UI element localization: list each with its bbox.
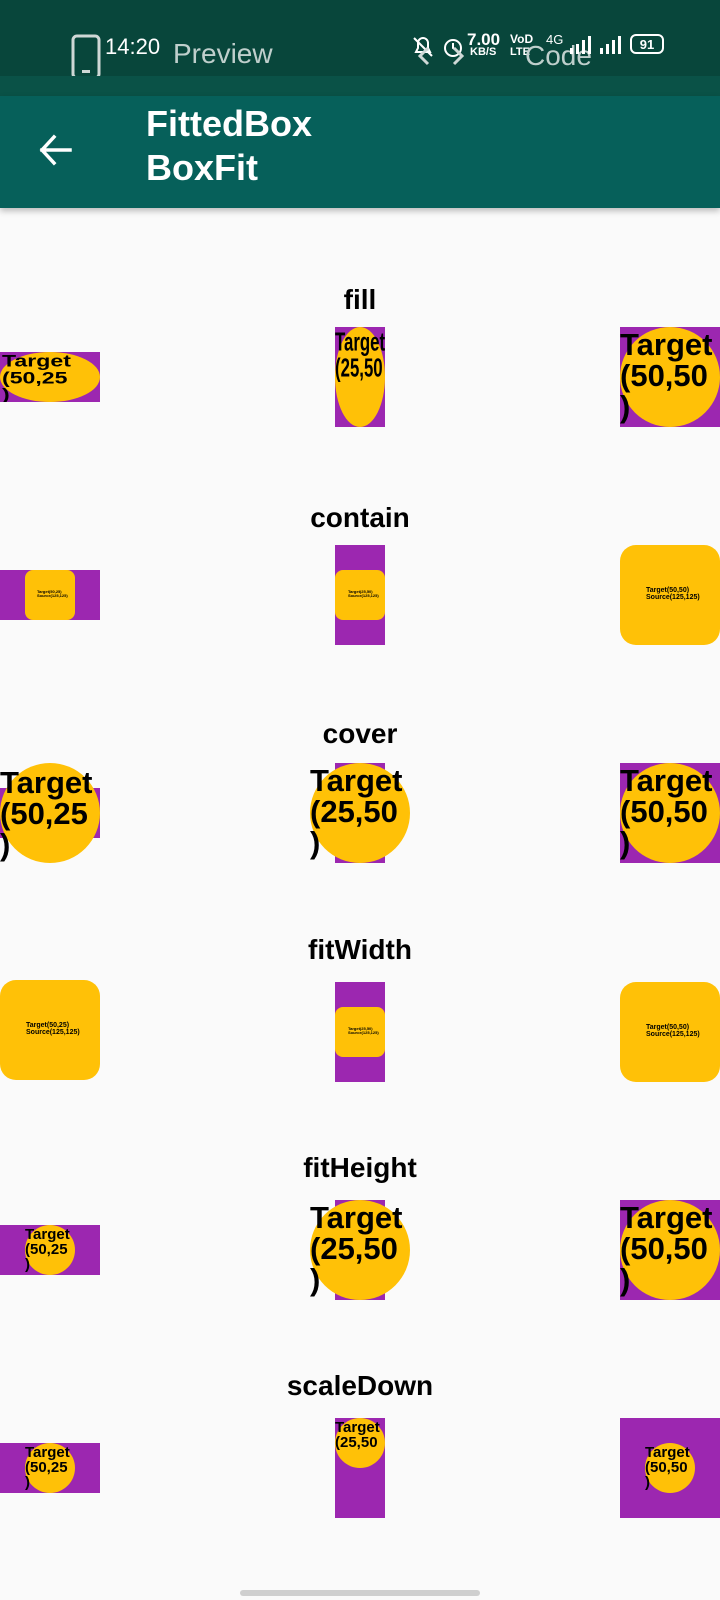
fitwidth-tile-tall: Target(25,50) Source(125,125) bbox=[335, 982, 385, 1082]
cover-tile-square: Target (50,50 ) bbox=[620, 763, 720, 863]
page-title: FittedBox BoxFit bbox=[146, 102, 446, 190]
contain-tile-wide: Target(50,25) Source(125,125) bbox=[0, 570, 100, 620]
fill-tile-square: Target (50,50 ) bbox=[620, 327, 720, 427]
fill-text-tall: Target (25,50 bbox=[335, 327, 385, 383]
scaledown-text-tall: Target (25,50 bbox=[335, 1419, 380, 1451]
section-label-fill: fill bbox=[343, 284, 377, 315]
section-label-cover: cover bbox=[322, 718, 398, 749]
fitwidth-text-wide: Target(50,25) Source(125,125) bbox=[26, 1022, 80, 1036]
fitheight-text-wide: Target (50,25 ) bbox=[25, 1226, 70, 1273]
contain-text-square: Target(50,50) Source(125,125) bbox=[646, 587, 700, 601]
fitwidth-tile-wide: Target(50,25) Source(125,125) bbox=[0, 980, 100, 1080]
fitheight-tile-wide: Target (50,25 ) bbox=[0, 1225, 100, 1275]
battery-level: 91 bbox=[639, 37, 655, 52]
back-arrow-icon[interactable] bbox=[36, 130, 76, 170]
contain-tile-square: Target(50,50) Source(125,125) bbox=[620, 545, 720, 645]
tabs-strip bbox=[0, 76, 720, 96]
fill-tile-tall: Target (25,50 bbox=[335, 327, 385, 427]
home-indicator[interactable] bbox=[240, 1590, 480, 1596]
status-time: 14:20 bbox=[105, 34, 161, 59]
network-type: 4G bbox=[546, 32, 564, 47]
fitheight-tile-square: Target (50,50 ) bbox=[620, 1200, 720, 1300]
section-label-fitwidth: fitWidth bbox=[308, 934, 412, 965]
battery-icon: 91 bbox=[630, 34, 664, 54]
code-arrows-icon bbox=[417, 46, 465, 66]
section-label-scaledown: scaleDown bbox=[286, 1370, 434, 1401]
scaledown-tile-tall: Target (25,50 bbox=[335, 1418, 385, 1518]
contain-text-wide: Target(50,25) Source(125,125) bbox=[37, 589, 68, 598]
phone-icon bbox=[71, 34, 101, 80]
section-label-fitheight: fitHeight bbox=[303, 1152, 417, 1183]
section-label-contain: contain bbox=[310, 502, 410, 533]
contain-tile-tall: Target(25,50) Source(125,125) bbox=[335, 545, 385, 645]
cover-tile-wide: Target (50,25 ) bbox=[0, 763, 100, 863]
fitheight-text-square: Target (50,50 ) bbox=[620, 1200, 713, 1297]
cover-text-square: Target (50,50 ) bbox=[620, 763, 713, 860]
fill-tile-wide: Target (50,25 ) bbox=[0, 352, 100, 402]
net-speed-unit: KB/S bbox=[470, 46, 497, 58]
cover-text-tall: Target (25,50 ) bbox=[310, 763, 403, 860]
fitwidth-text-tall: Target(25,50) Source(125,125) bbox=[348, 1026, 379, 1035]
title-line-1: FittedBox bbox=[146, 103, 312, 144]
scaledown-tile-square: Target (50,50 ) bbox=[620, 1418, 720, 1518]
cover-text-wide: Target (50,25 ) bbox=[0, 765, 93, 862]
fitheight-tile-tall: Target (25,50 ) bbox=[310, 1200, 410, 1300]
tab-preview[interactable]: Preview bbox=[173, 38, 273, 70]
scaledown-text-square: Target (50,50 ) bbox=[645, 1444, 690, 1491]
title-line-2: BoxFit bbox=[146, 147, 258, 188]
fill-text-wide: Target (50,25 ) bbox=[2, 352, 71, 402]
contain-text-tall: Target(25,50) Source(125,125) bbox=[348, 589, 379, 598]
signal-icon bbox=[570, 36, 621, 54]
cover-tile-tall: Target (25,50 ) bbox=[310, 763, 410, 863]
fitwidth-tile-square: Target(50,50) Source(125,125) bbox=[620, 982, 720, 1082]
scaledown-tile-wide: Target (50,25 ) bbox=[0, 1443, 100, 1493]
fitwidth-text-square: Target(50,50) Source(125,125) bbox=[646, 1024, 700, 1038]
fitheight-text-tall: Target (25,50 ) bbox=[310, 1200, 403, 1297]
scaledown-text-wide: Target (50,25 ) bbox=[25, 1444, 70, 1491]
fill-text-square: Target (50,50 ) bbox=[620, 327, 713, 424]
